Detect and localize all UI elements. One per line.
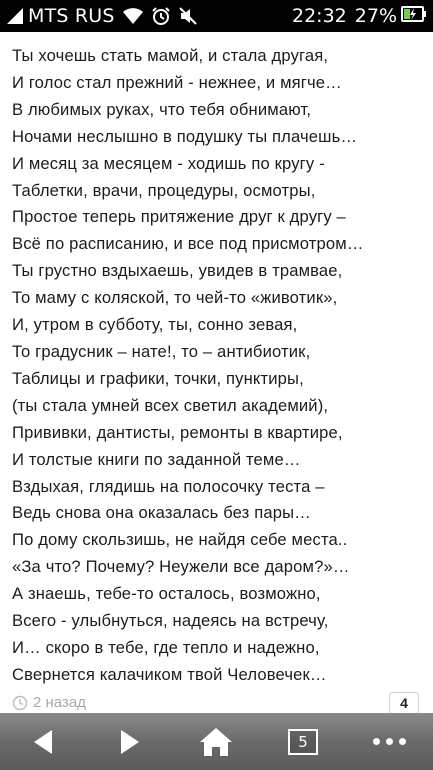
carrier-name: MTS RUS [28,5,115,27]
home-icon [200,727,233,756]
poem-line: Свернется калачиком твой Человечек… [12,664,327,684]
poem-line: И месяц за месяцем - ходишь по кругу - [12,153,325,173]
forward-button[interactable] [95,713,165,770]
poem-line: А знаешь, тебе-то осталось, возможно, [12,584,321,604]
poem-line: То маму с коляской, то чей-то «животик», [12,288,338,308]
status-bar: MTS RUS 22:32 27% [0,0,433,32]
tabs-icon: 5 [288,728,319,755]
poem-line: Ведь снова она оказалась без пары… [12,503,311,523]
wifi-icon [122,7,144,25]
more-icon [373,738,407,745]
battery-percent: 27% [354,5,397,27]
poem-line: Ты грустно вздыхаешь, увидев в трамвае, [12,261,343,281]
poem-line: По дому скользишь, не найдя себе места.. [12,530,348,550]
poem-line: И… скоро в тебе, где тепло и надежно, [12,637,320,657]
signal-icon [6,7,24,25]
alarm-icon [151,6,171,26]
poem-text: Ты хочешь стать мамой, и стала другая, И … [12,43,426,689]
mute-icon [178,6,198,26]
poem-line: Таблицы и графики, точки, пунктиры, [12,368,304,388]
home-button[interactable] [181,713,251,770]
poem-line: В любимых руках, что тебя обнимают, [12,99,312,119]
back-button[interactable] [8,713,78,770]
poem-line: (ты стала умней всех светил академий), [12,395,329,415]
clock-time: 22:32 [292,5,347,27]
forward-icon [120,729,139,754]
poem-line: Ты хочешь стать мамой, и стала другая, [12,46,329,65]
clock-icon [12,695,28,711]
status-bar-right: 22:32 27% [292,5,427,27]
poem-line: Вздыхая, глядишь на полосочку теста – [12,476,325,496]
poem-line: И голос стал прежний - нежнее, и мягче… [12,72,342,92]
poem-line: «За что? Почему? Неужели все даром?»… [12,557,350,577]
poem-line: Прививки, дантисты, ремонты в квартире, [12,422,343,442]
poem-line: То градусник – нате!, то – антибиотик, [12,341,311,361]
back-icon [34,729,53,754]
time-ago: 2 назад [33,694,86,711]
poem-line: И, утром в субботу, ты, сонно зевая, [12,315,298,335]
count-badge[interactable]: 4 [389,692,419,714]
more-button[interactable] [355,713,425,770]
status-bar-left: MTS RUS [6,5,198,27]
tabs-button[interactable]: 5 [268,713,338,770]
poem-line: И толстые книги по заданной теме… [12,449,301,469]
post-meta: 2 назад [12,694,86,711]
poem-line: Ночами неслышно в подушку ты плачешь… [12,126,358,146]
poem-line: Простое теперь притяжение друг к другу – [12,207,346,227]
bottom-navbar: 5 [0,713,433,770]
poem-line: Всё по расписанию, и все под присмотром… [12,234,364,254]
poem-line: Таблетки, врачи, процедуры, осмотры, [12,180,316,200]
battery-charging-icon [401,5,427,27]
poem-line: Всего - улыбнуться, надеясь на встречу, [12,611,329,631]
